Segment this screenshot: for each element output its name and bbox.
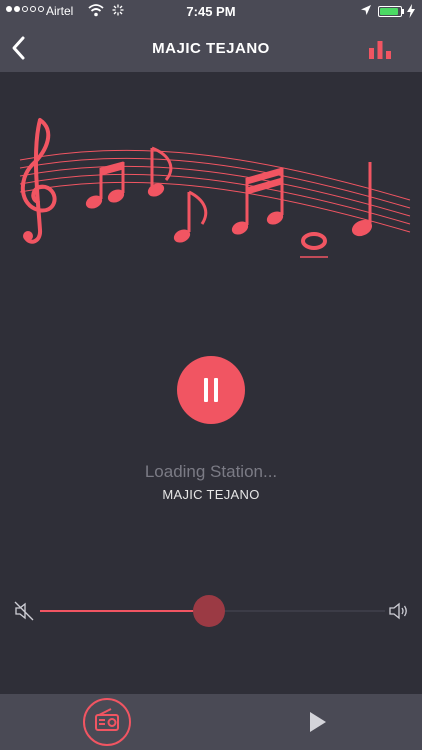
battery-level <box>380 8 398 15</box>
eighth-note-icon <box>147 146 173 197</box>
volume-max-icon[interactable] <box>388 600 410 622</box>
radio-icon <box>95 708 119 731</box>
beamed-notes-icon <box>85 161 125 209</box>
loading-status: Loading Station... <box>144 462 278 481</box>
station-name: MAJIC TEJANO <box>162 487 260 502</box>
equalizer-bars-icon[interactable] <box>368 39 392 59</box>
music-notes-illustration <box>19 118 411 258</box>
tab-radio[interactable] <box>83 698 131 746</box>
battery-tip <box>402 9 404 14</box>
battery-icon <box>378 6 402 17</box>
pause-icon <box>214 378 218 402</box>
location-arrow-icon <box>361 5 371 15</box>
charging-bolt-icon <box>407 4 415 18</box>
volume-slider-thumb[interactable] <box>193 595 226 627</box>
pause-icon <box>204 378 208 402</box>
volume-slider[interactable] <box>40 595 385 627</box>
whole-note-icon <box>301 232 327 250</box>
volume-slider-fill <box>40 610 210 612</box>
status-bar: Airtel 7:45 PM <box>0 0 422 24</box>
beamed-notes-icon <box>231 167 284 235</box>
pause-button[interactable] <box>177 356 245 424</box>
navigation-bar: MAJIC TEJANO <box>0 24 422 72</box>
tab-bar <box>0 694 422 750</box>
play-icon[interactable] <box>308 710 328 734</box>
clock: 7:45 PM <box>186 4 236 19</box>
page-title: MAJIC TEJANO <box>152 40 270 57</box>
eighth-note-icon <box>173 190 208 243</box>
volume-mute-icon[interactable] <box>14 601 34 621</box>
